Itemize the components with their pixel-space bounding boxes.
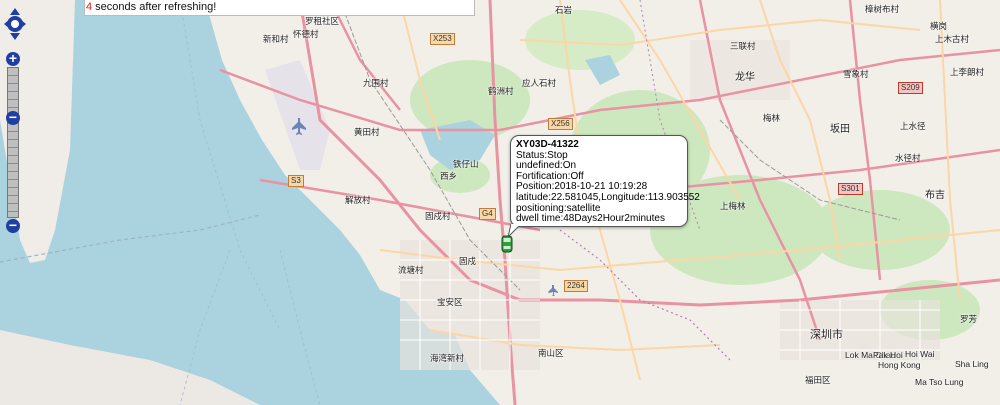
map-label: 雪象村: [843, 69, 869, 79]
map-label: 固戍村: [425, 211, 451, 221]
map-label: Hoi Wai: [905, 349, 935, 359]
map-label: 南山区: [538, 348, 564, 358]
map-label: 龙华: [735, 72, 755, 83]
map-label: 深圳市: [810, 329, 843, 341]
map-label: 罗租社区: [305, 16, 340, 26]
map-label: 石岩: [555, 5, 573, 15]
map-label: 新和村: [263, 34, 289, 44]
car-icon[interactable]: [500, 234, 514, 254]
map-label: 三联村: [730, 41, 756, 51]
zoom-in-button[interactable]: +: [6, 51, 20, 66]
road-shield: S3: [288, 175, 304, 187]
popup-line: latitude:22.581045,Longitude:113.903552: [516, 191, 700, 203]
popup-line: dwell time:48Days2Hour2minutes: [516, 213, 665, 225]
map-label: Sha Ling: [955, 359, 989, 369]
map-label: 罗芳: [960, 314, 978, 324]
road-shield: S209: [898, 82, 923, 94]
map-label: Pak Hoi: [873, 350, 903, 360]
map-canvas[interactable]: [0, 0, 1000, 405]
map-label: 横岗: [930, 21, 948, 31]
zoom-slider-track[interactable]: [7, 67, 19, 218]
refresh-notice: 4 seconds after refreshing!: [84, 0, 475, 16]
map-label: 解放村: [345, 195, 371, 205]
map-label: 九围村: [363, 78, 389, 88]
map-label: 怀德村: [293, 29, 319, 39]
map-label: 坂田: [830, 124, 850, 135]
map-label: 上木古村: [935, 34, 970, 44]
map-label: 固戍: [459, 256, 477, 266]
pan-arrows-icon[interactable]: [2, 4, 28, 48]
map-label: 黄田村: [354, 127, 380, 137]
map-label: Ma Tso Lung: [915, 377, 964, 387]
map-label: 布吉: [925, 190, 945, 201]
road-shield: S301: [838, 183, 863, 195]
zoom-slider-handle[interactable]: −: [6, 110, 20, 125]
map-label: 铁仔山: [453, 159, 479, 169]
map-label: 宝安区: [437, 297, 463, 307]
road-shield: 2264: [564, 280, 588, 292]
vehicle-info-popup: XY03D-41322 Status:Stop undefined:On For…: [510, 135, 700, 227]
zoom-out-button[interactable]: −: [6, 218, 20, 233]
map-label: 水径村: [895, 153, 921, 163]
map-label: 应人石村: [522, 78, 557, 88]
map-label: 上水径: [900, 121, 926, 131]
road-shield: X256: [548, 118, 573, 130]
map-label: 上李朗村: [950, 67, 985, 77]
map-label: 鹤洲村: [488, 86, 514, 96]
map-label: 上梅林: [720, 201, 746, 211]
map-label: 福田区: [805, 375, 831, 385]
road-shield: G4: [479, 208, 496, 220]
map-label: 海湾新村: [430, 353, 465, 363]
map-label: 梅林: [763, 113, 781, 123]
road-shield: X253: [430, 33, 455, 45]
refresh-text: seconds after refreshing!: [92, 1, 217, 13]
map-label: 流塘村: [398, 265, 424, 275]
map-label: Hong Kong: [878, 360, 921, 370]
map-label: 樟树布村: [865, 4, 900, 14]
popup-title: XY03D-41322: [516, 139, 579, 150]
map-label: 西乡: [440, 171, 458, 181]
